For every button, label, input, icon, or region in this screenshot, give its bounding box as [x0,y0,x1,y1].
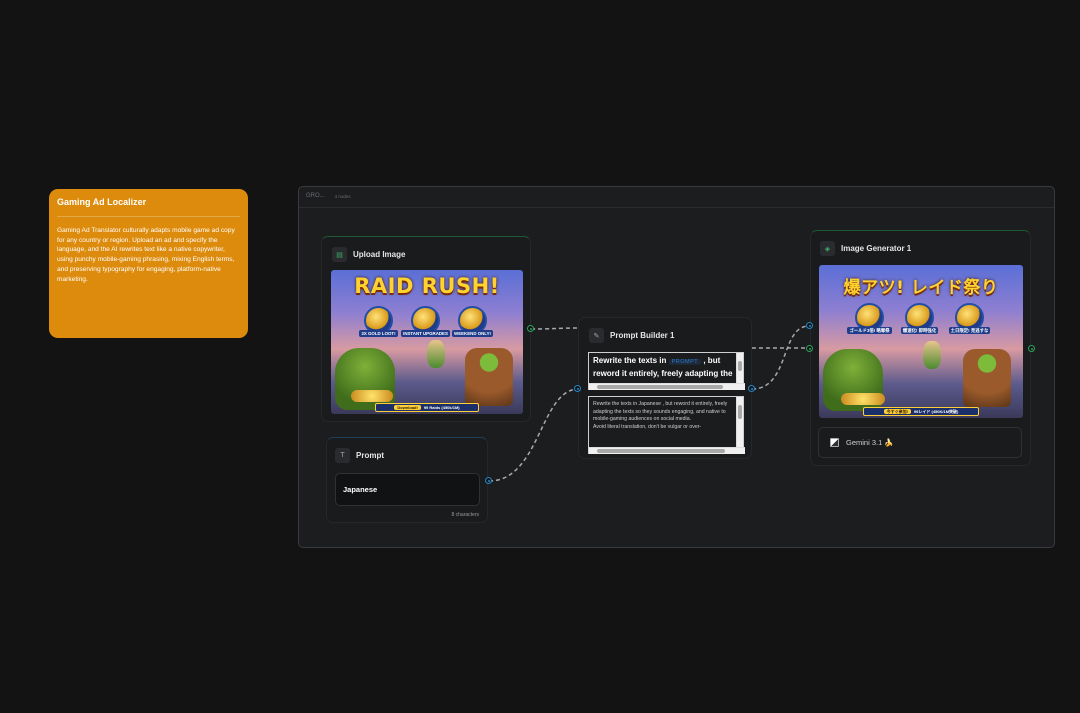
ad-title: RAID RUSH! [354,274,500,298]
prompt-preview-text: Rewrite the texts in Japanese , but rewo… [589,397,737,447]
ad-badge: 3X GOLD LOOT! [359,306,398,337]
node-title: Prompt Builder 1 [610,331,675,340]
sticky-note[interactable]: Gaming Ad Localizer Gaming Ad Translator… [49,189,248,338]
scrollbar-thumb[interactable] [597,385,723,389]
group-node-count: 4 nodes [334,194,351,199]
generator-output-port[interactable] [1028,345,1035,352]
prompt-output-port[interactable] [485,477,492,484]
model-logo-icon [830,438,839,447]
prompt-builder-node[interactable]: ✎ Prompt Builder 1 Rewrite the texts in … [578,317,752,459]
ad-cta-text: 99 Raids (450k/1M) [423,405,460,410]
scrollbar-thumb[interactable] [738,405,742,419]
text-icon: T [335,448,350,463]
scrollbar-thumb[interactable] [738,361,742,371]
ad-cta-bar: 今すぐ参加! 99レイド (450K/1M突破) [863,407,979,416]
ad-badge: WEEKEND ONLY! [452,306,493,337]
builder-output-port[interactable] [748,385,755,392]
pencil-icon: ✎ [589,328,604,343]
node-header: ✎ Prompt Builder 1 [589,327,674,344]
char-count: 8 characters [451,512,479,518]
ad-badge: 爆速化! 即時強化 [900,303,939,334]
ad-cta-bar: Download! 99 Raids (450k/1M) [375,403,479,412]
generator-input-port-prompt[interactable] [806,322,813,329]
ad-title: 爆アツ! レイド祭り [843,278,999,298]
prompt-preview[interactable]: Rewrite the texts in Japanese , but rewo… [588,396,745,454]
prompt-editor-text: Rewrite the texts in PROMPT , but reword… [589,353,737,383]
group-header[interactable]: GRO... 4 nodes [299,187,1054,208]
prompt-input-value: Japanese [343,485,378,494]
hero-character [923,341,941,369]
variable-tag[interactable]: PROMPT [668,359,702,365]
node-header: ▤ Upload Image [332,246,405,263]
ad-cta-text: 99レイド (450K/1M突破) [913,409,959,414]
node-header: T Prompt [335,447,384,464]
robot-character [963,349,1011,407]
robot-character [465,348,513,406]
ad-badge: 土日限定! 見逃すな [948,303,991,334]
upload-output-port[interactable] [527,325,534,332]
note-body: Gaming Ad Translator culturally adapts m… [57,227,235,283]
ad-badge: ゴールド3倍! 略奪祭 [847,303,892,334]
horizontal-scrollbar[interactable] [589,383,745,390]
horizontal-scrollbar[interactable] [589,447,745,454]
uploaded-ad-image[interactable]: RAID RUSH! 3X GOLD LOOT! INSTANT UPGRADE… [331,270,523,414]
gold-pile [351,390,393,402]
node-title: Upload Image [353,250,406,259]
model-name: Gemini 3.1 🍌 [846,438,894,447]
builder-input-port-image[interactable] [574,385,581,392]
ad-cta-pill: Download! [394,405,421,410]
hero-character [427,340,445,368]
generated-ad-image[interactable]: 爆アツ! レイド祭り ゴールド3倍! 略奪祭 爆速化! 即時強化 土日限定! 見… [819,265,1023,418]
node-title: Prompt [356,451,384,460]
upload-image-node[interactable]: ▤ Upload Image RAID RUSH! 3X GOLD LOOT! … [321,236,531,422]
vertical-scrollbar[interactable] [736,353,743,383]
ad-cta-pill: 今すぐ参加! [883,409,911,414]
gold-pile [841,393,885,405]
image-icon: ▤ [332,247,347,262]
prompt-editor[interactable]: Rewrite the texts in PROMPT , but reword… [588,352,745,390]
scrollbar-thumb[interactable] [597,449,725,453]
generator-input-port-image[interactable] [806,345,813,352]
ad-badge: INSTANT UPGRADES [401,306,450,337]
prompt-node[interactable]: T Prompt Japanese 8 characters [326,437,488,523]
node-header: ◈ Image Generator 1 [820,240,911,257]
node-title: Image Generator 1 [841,244,912,253]
layers-icon: ◈ [820,241,835,256]
group-label: GRO... [306,193,325,199]
vertical-scrollbar[interactable] [736,397,743,447]
prompt-input[interactable]: Japanese [335,473,480,506]
note-title: Gaming Ad Localizer [57,197,240,217]
model-selector[interactable]: Gemini 3.1 🍌 [818,427,1022,458]
